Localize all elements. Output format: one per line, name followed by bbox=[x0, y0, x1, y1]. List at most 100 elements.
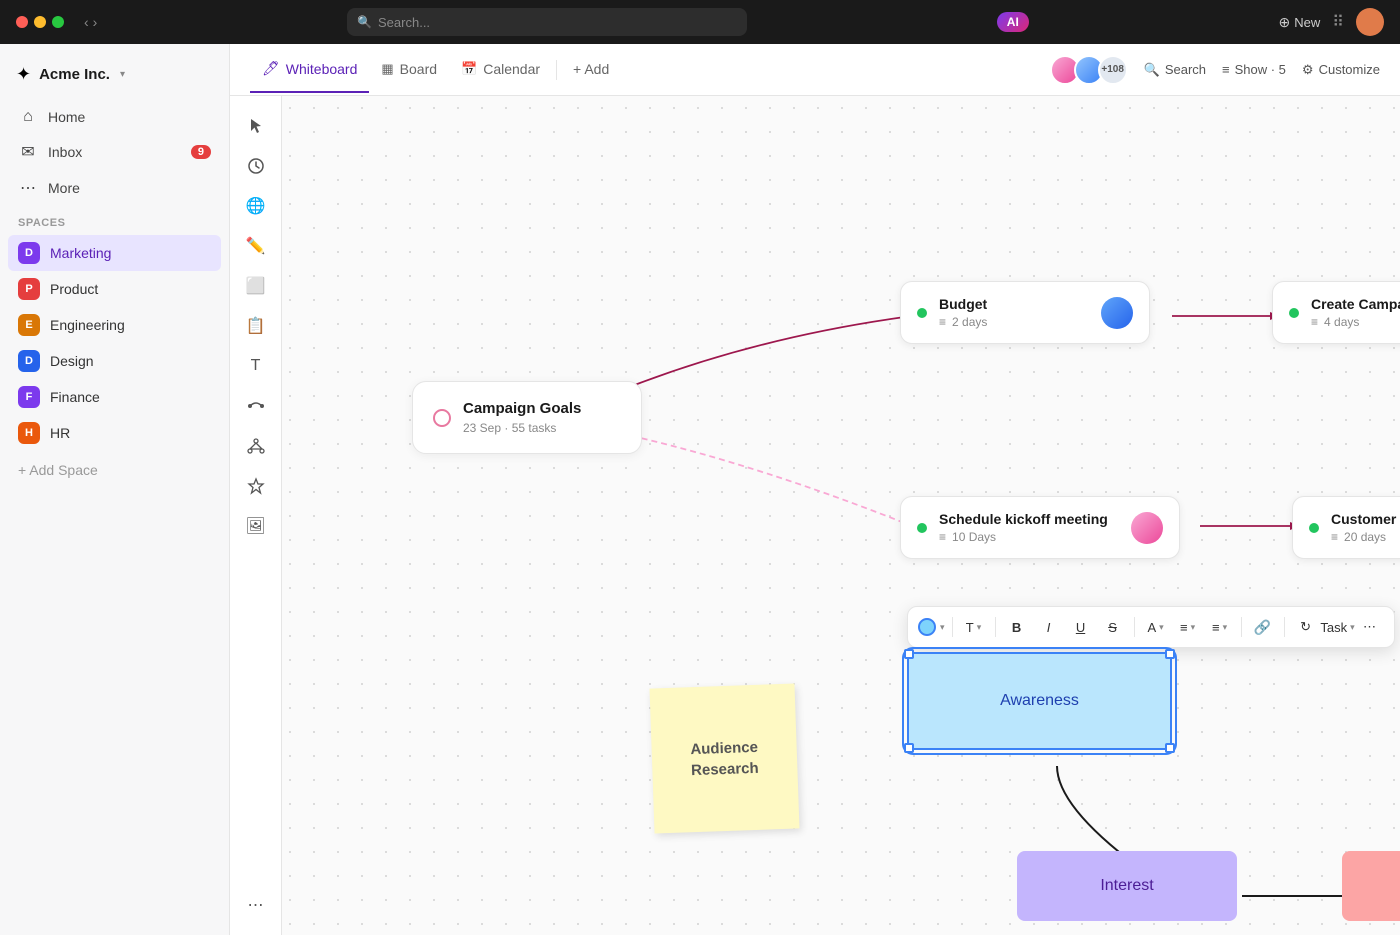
toolbar-divider-2 bbox=[995, 617, 996, 637]
tool-smart[interactable] bbox=[238, 148, 274, 184]
resize-handle-tl[interactable] bbox=[904, 649, 914, 659]
tab-add[interactable]: + Add bbox=[561, 47, 621, 93]
search-button[interactable]: 🔍 Search bbox=[1144, 62, 1206, 78]
tool-text[interactable]: T bbox=[238, 348, 274, 384]
search-btn-label: Search bbox=[1165, 62, 1206, 77]
tool-select[interactable] bbox=[238, 108, 274, 144]
traffic-light-red[interactable] bbox=[16, 16, 28, 28]
main-area: 🖊 Whiteboard ▦ Board 📅 Calendar + Add +1… bbox=[230, 44, 1400, 935]
goals-info: Campaign Goals 23 Sep · 55 tasks bbox=[463, 400, 581, 435]
user-avatar[interactable] bbox=[1356, 8, 1384, 36]
link-button[interactable]: 🔗 bbox=[1249, 613, 1277, 641]
font-size-dropdown[interactable]: A ▾ bbox=[1142, 613, 1170, 641]
tool-connector[interactable] bbox=[238, 388, 274, 424]
tab-divider bbox=[556, 60, 557, 80]
customer-beta-card[interactable]: Customer Beta ≡ 20 days bbox=[1292, 496, 1400, 559]
forward-button[interactable]: › bbox=[93, 14, 98, 30]
add-tab-label: + Add bbox=[573, 61, 609, 77]
schedule-info: Schedule kickoff meeting ≡ 10 Days bbox=[939, 511, 1108, 544]
tab-whiteboard[interactable]: 🖊 Whiteboard bbox=[250, 46, 369, 93]
customer-beta-meta: ≡ 20 days bbox=[1331, 530, 1400, 544]
decision-shape[interactable]: Decision bbox=[1342, 851, 1400, 921]
sidebar-item-more[interactable]: ⋯ More bbox=[8, 171, 221, 205]
sidebar-item-hr[interactable]: H HR bbox=[8, 415, 221, 451]
whiteboard-canvas[interactable]: 🌐 ✏️ ⬜ 📋 T bbox=[230, 96, 1400, 935]
global-search-bar[interactable]: 🔍 Search... bbox=[347, 8, 747, 36]
tool-ai-assist[interactable] bbox=[238, 468, 274, 504]
tool-pen[interactable]: ✏️ bbox=[238, 228, 274, 264]
interest-shape[interactable]: Interest bbox=[1017, 851, 1237, 921]
customer-beta-title: Customer Beta bbox=[1331, 511, 1400, 527]
inbox-badge: 9 bbox=[191, 145, 211, 159]
strikethrough-button[interactable]: S bbox=[1099, 613, 1127, 641]
traffic-light-yellow[interactable] bbox=[34, 16, 46, 28]
campaign-goals-card[interactable]: Campaign Goals 23 Sep · 55 tasks bbox=[412, 381, 642, 454]
sidebar-item-finance[interactable]: F Finance bbox=[8, 379, 221, 415]
create-campaign-title: Create Campaign bbox=[1311, 296, 1400, 312]
budget-card[interactable]: Budget ≡ 2 days bbox=[900, 281, 1150, 344]
top-bar-right: ⊕ New ⠿ bbox=[1279, 8, 1384, 36]
color-picker-button[interactable] bbox=[918, 618, 936, 636]
sidebar-item-design[interactable]: D Design bbox=[8, 343, 221, 379]
toolbar-divider-3 bbox=[1134, 617, 1135, 637]
budget-title: Budget bbox=[939, 296, 987, 312]
new-button[interactable]: ⊕ New bbox=[1279, 14, 1321, 31]
goals-title: Campaign Goals bbox=[463, 400, 581, 417]
space-dot-engineering: E bbox=[18, 314, 40, 336]
sidebar: ✦ Acme Inc. ▾ ⌂ Home ✉ Inbox 9 ⋯ More Sp… bbox=[0, 44, 230, 935]
sync-icon[interactable]: ↻ bbox=[1292, 613, 1320, 641]
schedule-kickoff-inner: Schedule kickoff meeting ≡ 10 Days bbox=[917, 511, 1163, 544]
create-campaign-meta: ≡ 4 days bbox=[1311, 315, 1400, 329]
resize-handle-tr[interactable] bbox=[1165, 649, 1175, 659]
show-button[interactable]: ≡ Show · 5 bbox=[1222, 62, 1286, 77]
color-chevron-icon: ▾ bbox=[940, 622, 945, 633]
create-campaign-card[interactable]: Create Campaign ≡ 4 days bbox=[1272, 281, 1400, 344]
sidebar-item-product[interactable]: P Product bbox=[8, 271, 221, 307]
traffic-light-green[interactable] bbox=[52, 16, 64, 28]
resize-handle-bl[interactable] bbox=[904, 743, 914, 753]
tab-calendar[interactable]: 📅 Calendar bbox=[449, 47, 552, 93]
ai-badge[interactable]: AI bbox=[997, 12, 1029, 32]
space-label-product: Product bbox=[50, 281, 98, 297]
calendar-tab-label: Calendar bbox=[483, 61, 540, 77]
tool-rectangle[interactable]: ⬜ bbox=[238, 268, 274, 304]
tool-image[interactable]: 🖼 bbox=[238, 508, 274, 544]
sidebar-item-home[interactable]: ⌂ Home bbox=[8, 101, 221, 133]
space-label-hr: HR bbox=[50, 425, 70, 441]
sidebar-item-inbox[interactable]: ✉ Inbox 9 bbox=[8, 135, 221, 169]
sidebar-item-engineering[interactable]: E Engineering bbox=[8, 307, 221, 343]
collaborator-avatars: +108 bbox=[1050, 55, 1128, 85]
tab-board[interactable]: ▦ Board bbox=[369, 47, 449, 93]
task-dropdown[interactable]: Task ▾ bbox=[1324, 613, 1352, 641]
more-options-button[interactable]: ⋯ bbox=[1356, 613, 1384, 641]
list-dropdown[interactable]: ≡ ▾ bbox=[1206, 613, 1234, 641]
plus-icon: ⊕ bbox=[1279, 14, 1291, 31]
tool-network[interactable] bbox=[238, 428, 274, 464]
tool-globe[interactable]: 🌐 bbox=[238, 188, 274, 224]
tool-more-vert[interactable]: ⋯ bbox=[238, 887, 274, 923]
show-btn-label: Show · 5 bbox=[1235, 62, 1286, 77]
bold-button[interactable]: B bbox=[1003, 613, 1031, 641]
sidebar-logo[interactable]: ✦ Acme Inc. ▾ bbox=[0, 56, 229, 101]
budget-avatar bbox=[1101, 297, 1133, 329]
add-space-button[interactable]: + Add Space bbox=[0, 455, 229, 485]
customer-beta-info: Customer Beta ≡ 20 days bbox=[1331, 511, 1400, 544]
underline-button[interactable]: U bbox=[1067, 613, 1095, 641]
resize-handle-br[interactable] bbox=[1165, 743, 1175, 753]
sticky-note-audience[interactable]: AudienceResearch bbox=[650, 684, 800, 834]
sidebar-item-marketing[interactable]: D Marketing bbox=[8, 235, 221, 271]
italic-button[interactable]: I bbox=[1035, 613, 1063, 641]
back-button[interactable]: ‹ bbox=[84, 14, 89, 30]
awareness-shape[interactable]: Awareness bbox=[907, 652, 1172, 750]
schedule-kickoff-card[interactable]: Schedule kickoff meeting ≡ 10 Days bbox=[900, 496, 1180, 559]
connectors-svg bbox=[282, 96, 1400, 935]
font-style-dropdown[interactable]: T ▾ bbox=[960, 613, 988, 641]
header-tabs: 🖊 Whiteboard ▦ Board 📅 Calendar + Add +1… bbox=[230, 44, 1400, 96]
logo-icon: ✦ bbox=[16, 64, 31, 85]
text-align-dropdown[interactable]: ≡ ▾ bbox=[1174, 613, 1202, 641]
toolbar-divider-4 bbox=[1241, 617, 1242, 637]
tool-note[interactable]: 📋 bbox=[238, 308, 274, 344]
customize-button[interactable]: ⚙ Customize bbox=[1302, 62, 1380, 78]
customer-beta-status-dot bbox=[1309, 523, 1319, 533]
grid-icon[interactable]: ⠿ bbox=[1332, 12, 1344, 32]
